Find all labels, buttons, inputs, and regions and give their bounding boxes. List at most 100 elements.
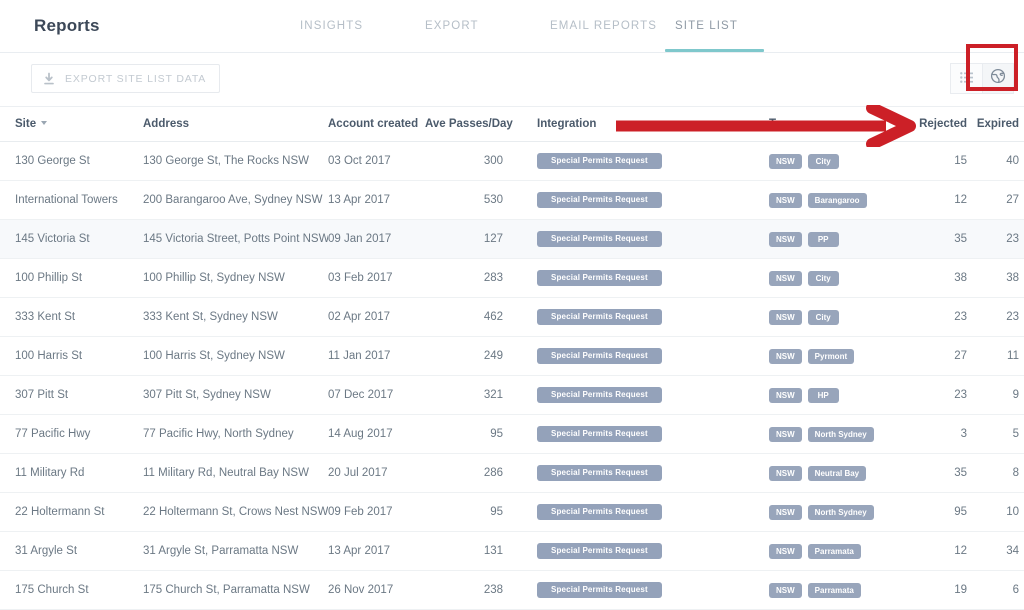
column-header-expired[interactable]: Expired <box>967 107 1024 142</box>
tag-badge[interactable]: North Sydney <box>807 504 874 520</box>
integration-badge[interactable]: Special Permits Request <box>537 231 662 247</box>
list-view-button[interactable] <box>950 63 982 94</box>
tag-badge[interactable]: Parramata <box>807 582 861 598</box>
tag-badge[interactable]: PP <box>807 231 839 247</box>
cell-integration: Special Permits Request <box>537 375 769 415</box>
column-header-integration[interactable]: Integration <box>537 107 769 142</box>
cell-site: 333 Kent St <box>0 297 143 337</box>
chevron-down-icon <box>41 120 48 125</box>
cell-integration: Special Permits Request <box>537 453 769 493</box>
tag-badge[interactable]: NSW <box>769 309 802 325</box>
column-header-address[interactable]: Address <box>143 107 328 142</box>
tag-badge[interactable]: Neutral Bay <box>807 465 867 481</box>
integration-badge[interactable]: Special Permits Request <box>537 426 662 442</box>
column-header-account-created[interactable]: Account created <box>328 107 425 142</box>
integration-badge[interactable]: Special Permits Request <box>537 270 662 286</box>
cell-expired: 8 <box>967 453 1024 493</box>
integration-badge[interactable]: Special Permits Request <box>537 543 662 559</box>
column-header-tags[interactable]: Tags <box>769 107 909 142</box>
cell-address: 333 Kent St, Sydney NSW <box>143 297 328 337</box>
cell-ave-passes-day: 462 <box>425 297 537 337</box>
tag-badge[interactable]: NSW <box>769 426 802 442</box>
tab-insights[interactable]: INSIGHTS <box>300 0 425 52</box>
tab-export[interactable]: EXPORT <box>425 0 550 52</box>
view-toggle-group <box>950 63 1014 94</box>
tag-badge[interactable]: Parramata <box>807 543 861 559</box>
tag-badge[interactable]: City <box>807 153 839 169</box>
cell-rejected: 35 <box>909 453 967 493</box>
integration-badge[interactable]: Special Permits Request <box>537 465 662 481</box>
tag-badge[interactable]: North Sydney <box>807 426 874 442</box>
cell-ave-passes-day: 283 <box>425 258 537 298</box>
cell-site: 22 Holtermann St <box>0 492 143 532</box>
cell-expired: 6 <box>967 570 1024 610</box>
table-header: Site Address Account created Ave Passes/… <box>0 107 1024 142</box>
cell-account-created: 02 Apr 2017 <box>328 297 425 337</box>
cell-expired: 9 <box>967 375 1024 415</box>
table-row[interactable]: 175 Church St 175 Church St, Parramatta N… <box>0 570 1024 610</box>
export-button-label: EXPORT SITE LIST DATA <box>65 72 207 85</box>
table-row[interactable]: 145 Victoria St 145 Victoria Street, Pott… <box>0 219 1024 259</box>
cell-site: 307 Pitt St <box>0 375 143 415</box>
tag-badge[interactable]: NSW <box>769 543 802 559</box>
integration-badge[interactable]: Special Permits Request <box>537 348 662 364</box>
integration-badge[interactable]: Special Permits Request <box>537 582 662 598</box>
integration-badge[interactable]: Special Permits Request <box>537 309 662 325</box>
tag-badge[interactable]: NSW <box>769 270 802 286</box>
table-row[interactable]: 100 Harris St 100 Harris St, Sydney NSW 11… <box>0 336 1024 376</box>
map-view-button[interactable] <box>982 63 1014 94</box>
tag-badge[interactable]: HP <box>807 387 839 403</box>
tag-badge[interactable]: NSW <box>769 387 802 403</box>
integration-badge[interactable]: Special Permits Request <box>537 192 662 208</box>
column-header-rejected[interactable]: Rejected <box>909 107 967 142</box>
integration-badge[interactable]: Special Permits Request <box>537 153 662 169</box>
cell-integration: Special Permits Request <box>537 492 769 532</box>
tag-badge[interactable]: NSW <box>769 465 802 481</box>
tag-badge[interactable]: NSW <box>769 231 802 247</box>
cell-ave-passes-day: 95 <box>425 492 537 532</box>
tab-email-reports[interactable]: EMAIL REPORTS <box>550 0 675 52</box>
tag-badge[interactable]: NSW <box>769 153 802 169</box>
tab-site-list[interactable]: SITE LIST <box>665 0 800 52</box>
page-title: Reports <box>34 16 100 35</box>
tag-badge[interactable]: NSW <box>769 348 802 364</box>
cell-address: 130 George St, The Rocks NSW <box>143 141 328 181</box>
table-body: 130 George St 130 George St, The Rocks NS… <box>0 141 1024 610</box>
cell-tags: NSW Parramata <box>769 531 909 571</box>
table-row[interactable]: 333 Kent St 333 Kent St, Sydney NSW 02 Apr… <box>0 297 1024 337</box>
cell-address: 11 Military Rd, Neutral Bay NSW <box>143 453 328 493</box>
integration-badge[interactable]: Special Permits Request <box>537 387 662 403</box>
table-row[interactable]: 77 Pacific Hwy 77 Pacific Hwy, North Sydn… <box>0 414 1024 454</box>
export-site-list-data-button[interactable]: EXPORT SITE LIST DATA <box>31 64 221 93</box>
cell-ave-passes-day: 286 <box>425 453 537 493</box>
tag-badge[interactable]: NSW <box>769 192 802 208</box>
tag-badge[interactable]: City <box>807 309 839 325</box>
table-row[interactable]: 31 Argyle St 31 Argyle St, Parramatta NSW… <box>0 531 1024 571</box>
cell-rejected: 15 <box>909 141 967 181</box>
app-header: Reports INSIGHTS EXPORT EMAIL REPORTS SI… <box>0 0 1024 53</box>
tag-badge[interactable]: City <box>807 270 839 286</box>
column-header-site[interactable]: Site <box>0 107 143 142</box>
tag-badge[interactable]: Barangaroo <box>807 192 867 208</box>
cell-ave-passes-day: 300 <box>425 141 537 181</box>
tag-badge[interactable]: NSW <box>769 582 802 598</box>
tag-badge[interactable]: NSW <box>769 504 802 520</box>
tag-badge[interactable]: Pyrmont <box>807 348 855 364</box>
table-row[interactable]: 130 George St 130 George St, The Rocks NS… <box>0 141 1024 181</box>
table-row[interactable]: International Towers 200 Barangaroo Ave, … <box>0 180 1024 220</box>
cell-site: 77 Pacific Hwy <box>0 414 143 454</box>
integration-badge[interactable]: Special Permits Request <box>537 504 662 520</box>
cell-rejected: 12 <box>909 180 967 220</box>
column-header-ave-passes-day[interactable]: Ave Passes/Day <box>425 107 537 142</box>
table-row[interactable]: 307 Pitt St 307 Pitt St, Sydney NSW 07 Dec… <box>0 375 1024 415</box>
cell-address: 31 Argyle St, Parramatta NSW <box>143 531 328 571</box>
table-header-row: Site Address Account created Ave Passes/… <box>0 107 1024 142</box>
cell-account-created: 11 Jan 2017 <box>328 336 425 376</box>
cell-tags: NSW North Sydney <box>769 492 909 532</box>
table-row[interactable]: 11 Military Rd 11 Military Rd, Neutral Ba… <box>0 453 1024 493</box>
cell-account-created: 20 Jul 2017 <box>328 453 425 493</box>
table-row[interactable]: 22 Holtermann St 22 Holtermann St, Crows … <box>0 492 1024 532</box>
table-row[interactable]: 100 Phillip St 100 Phillip St, Sydney NSW… <box>0 258 1024 298</box>
cell-site: 130 George St <box>0 141 143 181</box>
cell-tags: NSW Pyrmont <box>769 336 909 376</box>
